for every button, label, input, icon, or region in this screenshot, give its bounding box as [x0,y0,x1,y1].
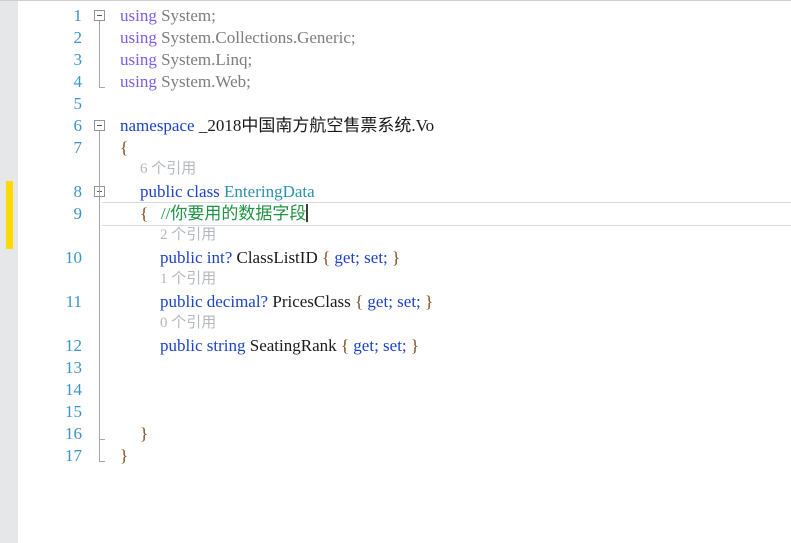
code-line[interactable]: } [120,445,128,467]
code-token: public [140,182,183,201]
code-token: EnteringData [224,182,315,201]
code-line[interactable]: using System.Collections.Generic; [120,27,356,49]
code-token: ClassListID [236,248,318,267]
code-line[interactable]: using System.Linq; [120,49,252,71]
code-token: { [140,204,149,223]
code-token: using [120,50,157,69]
code-line[interactable]: { [120,137,128,159]
code-token: PricesClass [272,292,351,311]
line-number: 3 [73,50,83,69]
code-token: int? [206,248,233,267]
line-number: 2 [73,28,83,47]
code-token: set; [383,336,407,355]
line-number: 15 [65,402,82,421]
line-number: 14 [65,380,82,399]
code-token: System.Web; [161,72,251,91]
line-number: 13 [65,358,82,377]
code-token: get; [334,248,360,267]
code-token: public [160,292,203,311]
code-token: get; [353,336,379,355]
code-token: string [206,336,246,355]
line-number: 7 [73,138,83,157]
line-number: 1 [73,6,83,25]
code-token: } [120,446,129,465]
text-cursor [306,204,309,222]
line-number-gutter: 1 2 3 4 5 6 7 8 9 10 11 12 13 14 15 16 17 [18,1,90,543]
code-line[interactable]: using System.Web; [120,71,251,93]
outlining-guide-line [99,197,100,439]
code-line[interactable]: } [140,423,148,445]
code-token: } [140,424,149,443]
code-token: namespace [120,116,195,135]
line-number: 12 [65,336,82,355]
line-number: 9 [73,204,83,223]
codelens-reference-count[interactable]: 1 个引用 [160,269,216,289]
code-line[interactable]: namespace _2018中国南方航空售票系统.Vo [120,115,434,137]
codelens-reference-count[interactable]: 0 个引用 [160,313,216,333]
line-number: 5 [73,94,83,113]
code-line[interactable]: public decimal? PricesClass { get; set; … [160,291,433,313]
line-number: 16 [65,424,82,443]
line-number: 4 [73,72,83,91]
codelens-reference-count[interactable]: 6 个引用 [140,159,196,179]
outlining-guide-end [99,439,105,440]
code-surface[interactable]: using System; using System.Collections.Ge… [102,1,791,543]
code-line[interactable]: public int? ClassListID { get; set; } [160,247,400,269]
outlining-guide-line [99,21,100,87]
code-token: System; [161,6,216,25]
outlining-guide-end [99,461,105,462]
line-number: 17 [65,446,82,465]
code-token: using [120,28,157,47]
line-number: 10 [65,248,82,267]
code-token: } [410,336,420,355]
collapse-minus-icon[interactable] [94,10,105,21]
code-token: { [355,292,364,311]
line-number: 8 [73,182,83,201]
code-editor[interactable]: 1 2 3 4 5 6 7 8 9 10 11 12 13 14 15 16 17 using System; u… [0,0,791,543]
code-line[interactable]: { //你要用的数据字段 [140,203,309,225]
code-token: _2018中国南方航空售票系统.Vo [198,116,435,135]
code-token: decimal? [206,292,269,311]
code-token: } [425,292,434,311]
code-token: //你要用的数据字段 [160,204,307,223]
code-token: System.Collections.Generic; [161,28,356,47]
code-token: set; [364,248,388,267]
code-token: get; [367,292,393,311]
unsaved-change-bar [6,181,13,249]
code-token: System.Linq; [161,50,253,69]
code-token: public [160,336,203,355]
code-line[interactable]: public string SeatingRank { get; set; } [160,335,419,357]
code-token: } [392,248,401,267]
code-token: public [160,248,203,267]
code-token: { [321,248,331,267]
code-token: set; [397,292,421,311]
line-number: 11 [65,292,82,311]
code-line[interactable]: public class EnteringData [140,181,315,203]
code-token: { [340,336,350,355]
code-line[interactable]: using System; [120,5,216,27]
code-token: { [120,138,129,157]
code-token: SeatingRank [249,336,337,355]
codelens-reference-count[interactable]: 2 个引用 [160,225,216,245]
line-number: 6 [73,116,83,135]
outlining-margin[interactable] [90,1,112,543]
code-token: using [120,6,157,25]
code-token: class [186,182,220,201]
outlining-guide-end [99,87,105,88]
indicator-margin [0,1,18,543]
code-token: using [120,72,157,91]
collapse-minus-icon[interactable] [94,120,105,131]
